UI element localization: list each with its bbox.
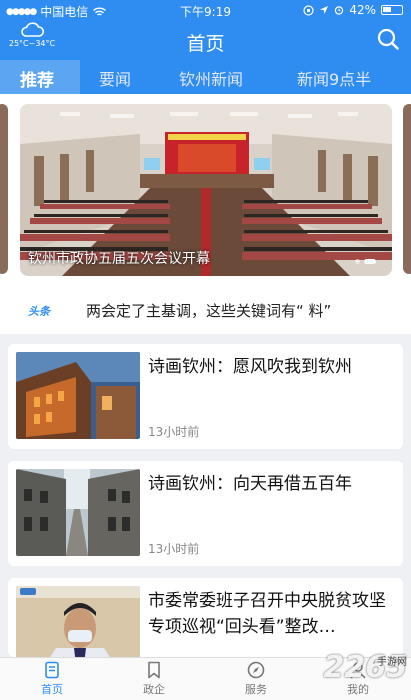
news-time: 13小时前: [148, 425, 200, 439]
category-tabs: 推荐 要闻 钦州新闻 新闻9点半: [0, 60, 411, 94]
news-card[interactable]: 诗画钦州：愿风吹我到钦州 13小时前: [8, 344, 403, 449]
home-doc-icon: [45, 661, 59, 679]
news-title: 市委常委班子召开中央脱贫攻坚专项巡视“回头看”整改…: [148, 591, 386, 637]
battery-icon: [381, 5, 403, 15]
bookmark-icon: [148, 661, 160, 679]
news-title: 诗画钦州：向天再借五百年: [148, 474, 352, 494]
banner-caption: 钦州市政协五届五次会议开幕: [28, 251, 210, 267]
status-bar: ●●●●● 中国电信 下午9:19 42%: [0, 0, 411, 20]
battery-percent: 42%: [349, 3, 376, 17]
news-thumbnail: [16, 469, 140, 556]
tab-key-news[interactable]: 要闻: [99, 66, 131, 90]
news-thumbnail: [16, 352, 140, 439]
tabbar-home[interactable]: 首页: [22, 661, 82, 697]
watermark-suffix: 手游网: [377, 657, 407, 668]
news-time: 13小时前: [148, 542, 200, 556]
location-icon: [320, 6, 329, 14]
next-slide-peek: [403, 104, 411, 274]
headline-ticker[interactable]: 头条 两会定了主基调，这些关键词有“ 料”: [0, 290, 411, 334]
site-watermark: 2265 手游网: [324, 650, 408, 685]
tab-qinzhou-news[interactable]: 钦州新闻: [179, 66, 243, 90]
news-card[interactable]: 诗画钦州：向天再借五百年 13小时前: [8, 461, 403, 566]
pager-dot-active: [364, 259, 376, 264]
carousel-pager: [355, 259, 376, 264]
tab-news-930[interactable]: 新闻9点半: [297, 66, 371, 90]
pager-dot: [355, 259, 360, 264]
tabbar-label: 首页: [41, 683, 63, 696]
tabbar-label: 服务: [245, 683, 267, 696]
banner-slide[interactable]: 钦州市政协五届五次会议开幕: [20, 104, 392, 276]
news-thumbnail: [16, 586, 140, 657]
news-title: 诗画钦州：愿风吹我到钦州: [148, 357, 352, 377]
headline-badge: 头条: [28, 305, 50, 318]
tab-recommend[interactable]: 推荐: [20, 66, 54, 91]
headline-text[interactable]: 两会定了主基调，这些关键词有“ 料”: [86, 300, 331, 321]
alarm-icon: [335, 6, 344, 15]
prev-slide-peek: [0, 104, 8, 274]
top-header: ●●●●● 中国电信 下午9:19 42% 25°C~34°C 首页 推荐 要闻…: [0, 0, 411, 94]
banner-carousel[interactable]: 钦州市政协五届五次会议开幕: [0, 94, 411, 290]
tabbar-service[interactable]: 服务: [226, 661, 286, 697]
rotation-lock-icon: [303, 4, 314, 16]
tabbar-label: 政企: [143, 683, 165, 696]
search-icon[interactable]: [377, 28, 399, 50]
news-card[interactable]: 市委常委班子召开中央脱贫攻坚专项巡视“回头看”整改…: [8, 578, 403, 657]
page-title: 首页: [186, 33, 225, 55]
compass-icon: [247, 661, 265, 679]
tabbar-enterprise[interactable]: 政企: [124, 661, 184, 697]
